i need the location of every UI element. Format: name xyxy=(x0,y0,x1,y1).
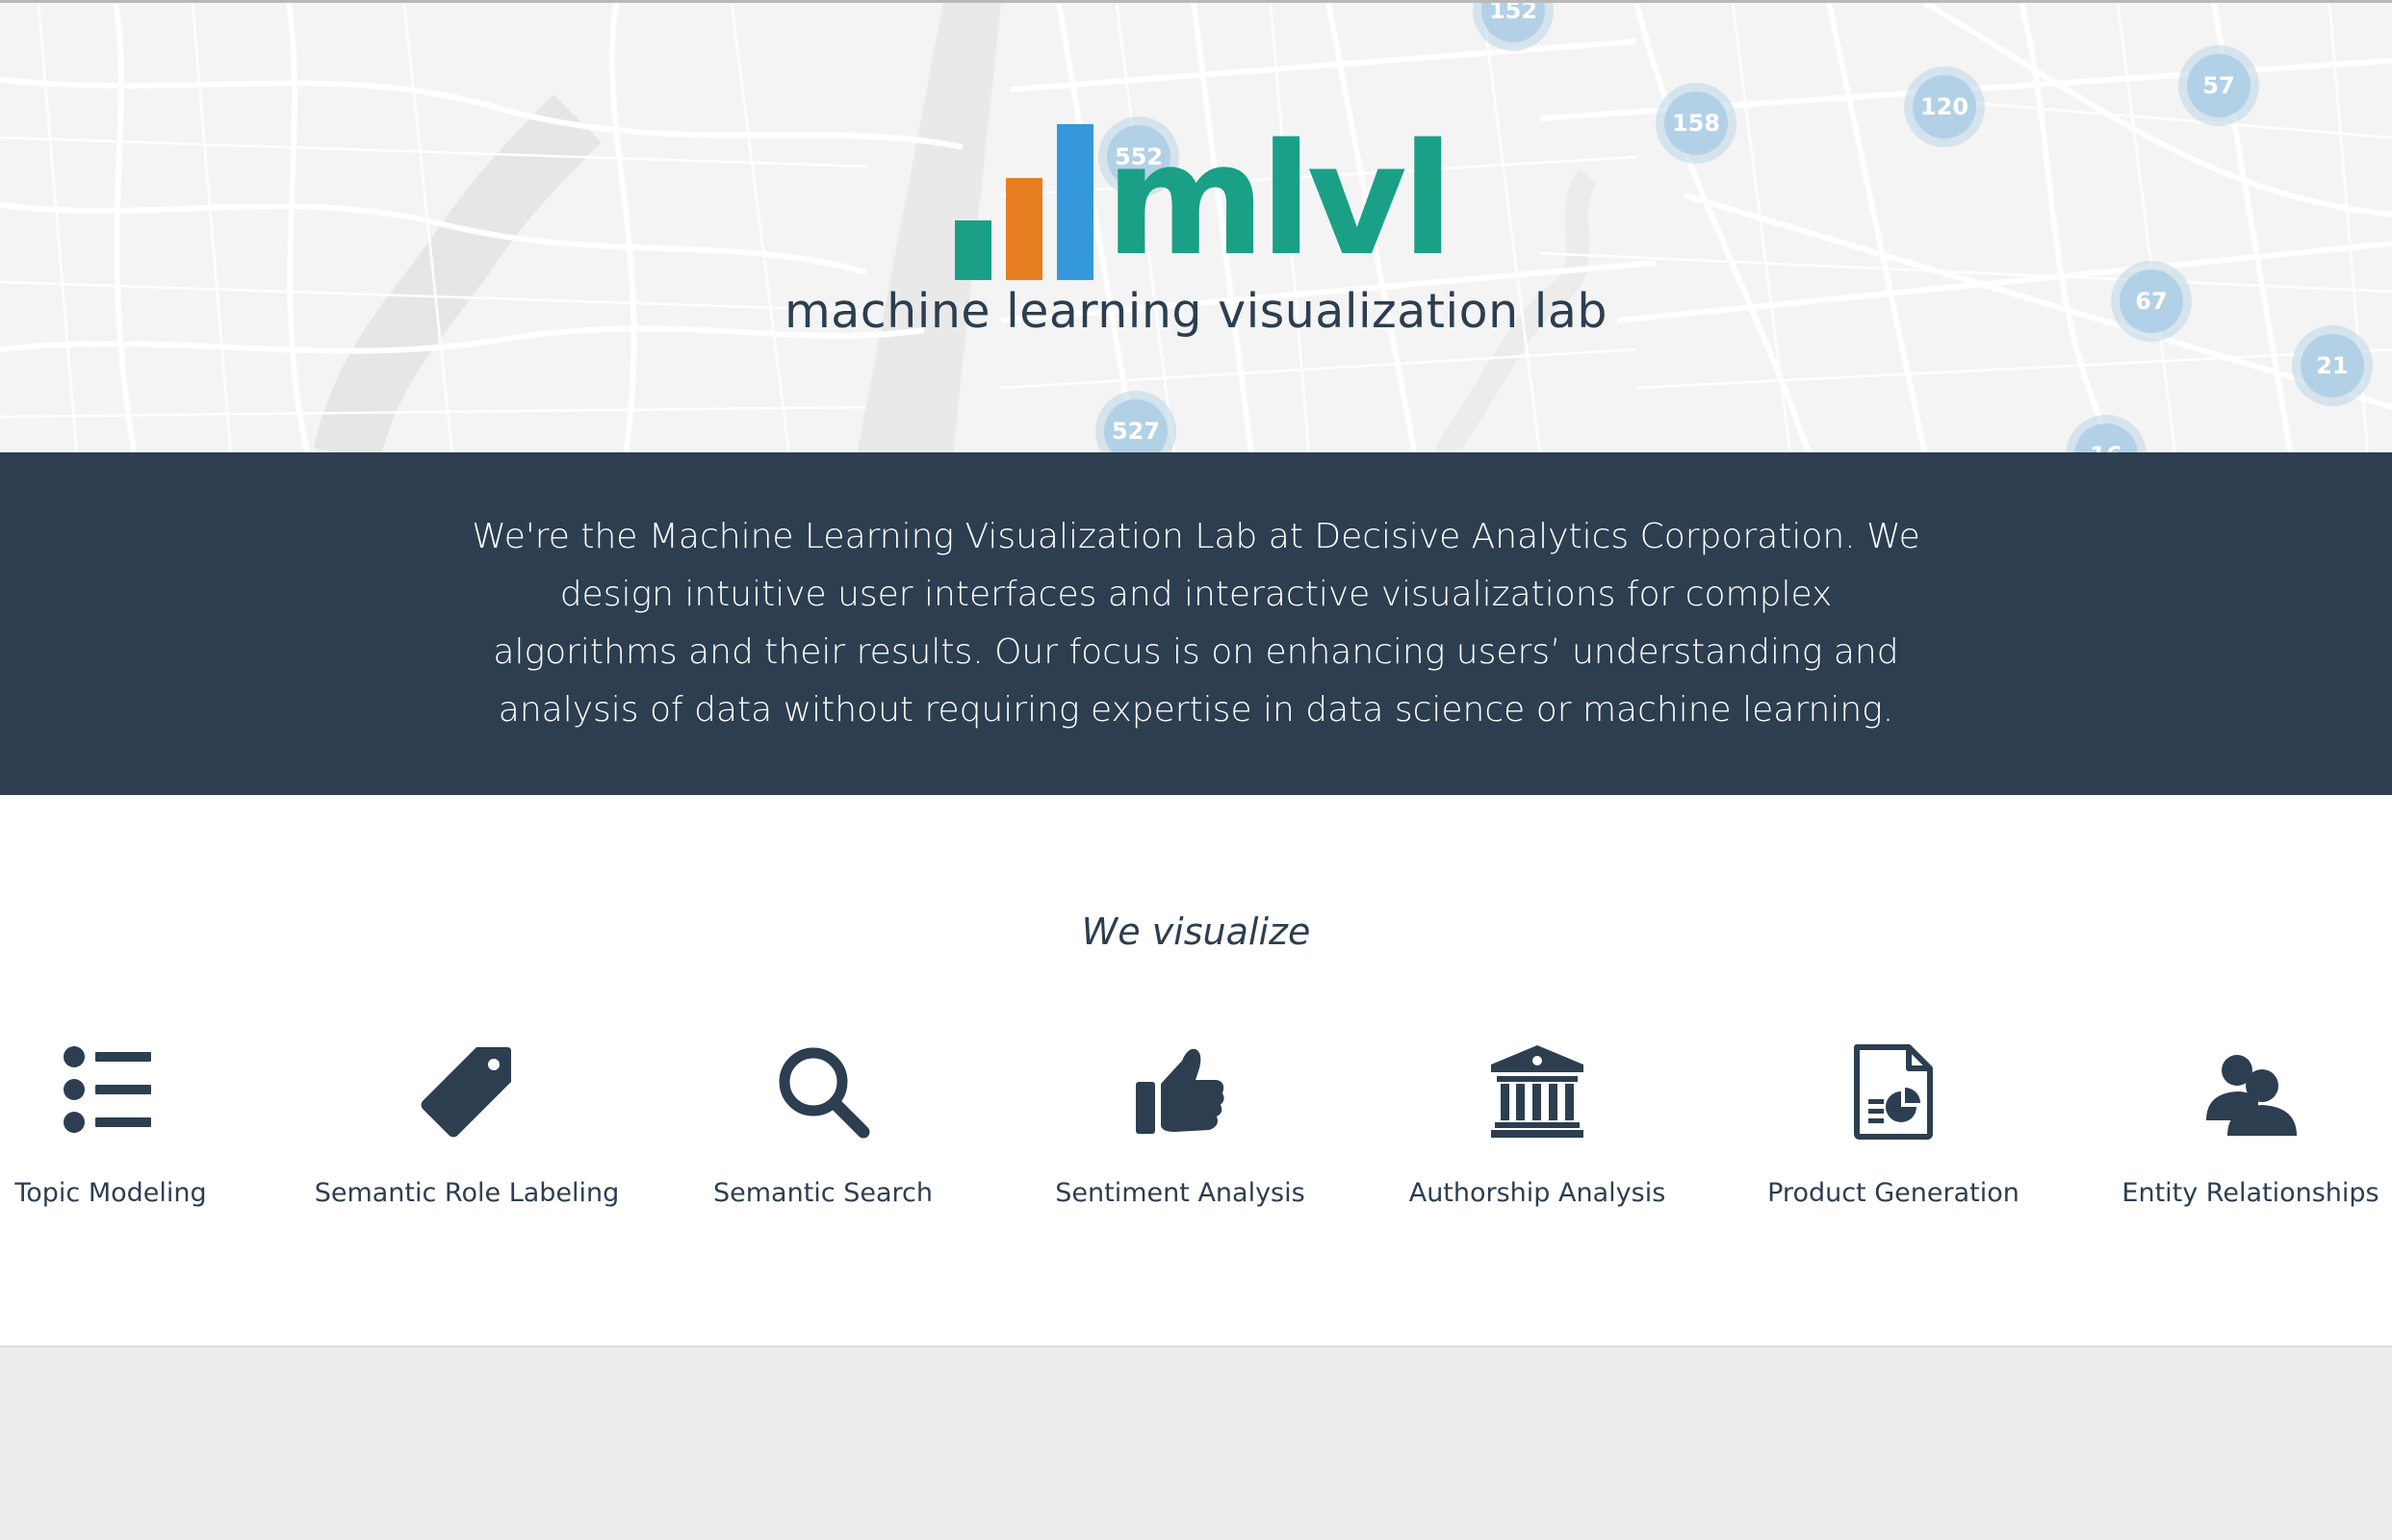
feature-label: Authorship Analysis xyxy=(1408,1178,1666,1208)
logo-bar xyxy=(1057,124,1093,280)
list-icon xyxy=(64,1046,151,1133)
footer-area xyxy=(0,1348,2392,1540)
feature-label: Entity Relationships xyxy=(2122,1178,2379,1208)
tag-icon xyxy=(421,1047,511,1138)
features-section: We visualize Topic Modeling Semantic Rol… xyxy=(0,795,2392,1348)
logo-bars-icon xyxy=(953,124,1097,280)
feature-topic-modeling[interactable]: Topic Modeling xyxy=(0,1043,289,1208)
cluster-count: 527 xyxy=(1104,399,1168,452)
hero-map: 152 158 120 57 552 67 21 527 16 mlvl mac… xyxy=(0,0,2392,452)
document-chart-icon xyxy=(1854,1044,1933,1140)
cluster-count: 57 xyxy=(2187,54,2251,117)
feature-label: Semantic Search xyxy=(713,1178,933,1208)
logo-wordmark: mlvl xyxy=(1105,110,1454,290)
institution-icon xyxy=(1491,1045,1583,1138)
feature-semantic-role-labeling[interactable]: Semantic Role Labeling xyxy=(289,1043,645,1208)
logo-subtitle: machine learning visualization lab xyxy=(784,284,1608,339)
feature-authorship-analysis[interactable]: Authorship Analysis xyxy=(1359,1043,1715,1208)
feature-entity-relationships[interactable]: Entity Relationships xyxy=(2072,1043,2392,1208)
cluster-count: 152 xyxy=(1481,3,1545,42)
feature-label: Sentiment Analysis xyxy=(1055,1178,1305,1208)
feature-product-generation[interactable]: Product Generation xyxy=(1715,1043,2071,1208)
feature-label: Product Generation xyxy=(1767,1178,2019,1208)
site-logo[interactable]: mlvl machine learning visualization lab xyxy=(0,118,2392,355)
feature-label: Semantic Role Labeling xyxy=(314,1178,620,1208)
thumbs-up-icon xyxy=(1136,1048,1224,1134)
about-section: We're the Machine Learning Visualization… xyxy=(0,452,2392,795)
feature-label: Topic Modeling xyxy=(14,1178,207,1208)
map-cluster[interactable]: 57 xyxy=(2178,45,2259,126)
logo-bar xyxy=(1006,178,1042,280)
search-icon xyxy=(779,1047,870,1139)
features-heading: We visualize xyxy=(1081,911,1311,953)
users-icon xyxy=(2206,1055,2297,1136)
about-text: We're the Machine Learning Visualization… xyxy=(472,517,1920,730)
logo-bar xyxy=(955,220,991,280)
feature-sentiment-analysis[interactable]: Sentiment Analysis xyxy=(1002,1043,1358,1208)
feature-semantic-search[interactable]: Semantic Search xyxy=(645,1043,1001,1208)
cluster-count: 16 xyxy=(2074,424,2138,452)
